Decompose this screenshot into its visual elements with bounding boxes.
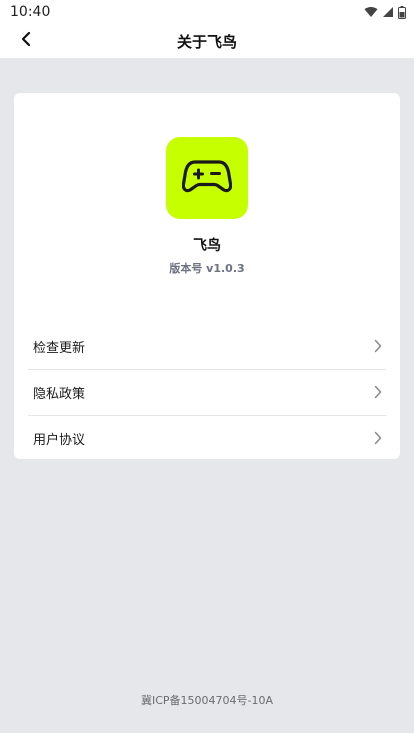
gamepad-icon — [181, 157, 233, 199]
icp-record-link[interactable]: 冀ICP备15004704号-10A — [0, 692, 414, 708]
status-icons — [364, 5, 406, 19]
chevron-right-icon — [374, 431, 382, 445]
wifi-icon — [364, 6, 378, 18]
chevron-right-icon — [374, 385, 382, 399]
app-version: 版本号 v1.0.3 — [169, 262, 245, 275]
menu-item-label: 隐私政策 — [33, 386, 86, 402]
check-update-item[interactable]: 检查更新 — [14, 323, 400, 369]
menu-item-label: 检查更新 — [33, 340, 86, 356]
cell-signal-icon — [382, 6, 394, 18]
menu-list: 检查更新 隐私政策 用户协议 — [14, 323, 400, 461]
chevron-right-icon — [374, 339, 382, 353]
user-agreement-item[interactable]: 用户协议 — [14, 415, 400, 461]
page-title: 关于飞鸟 — [176, 32, 237, 51]
privacy-policy-item[interactable]: 隐私政策 — [14, 369, 400, 415]
status-time: 10:40 — [10, 4, 51, 20]
app-name: 飞鸟 — [193, 238, 221, 254]
about-card: 飞鸟 版本号 v1.0.3 检查更新 隐私政策 用户协议 — [14, 93, 400, 459]
menu-item-label: 用户协议 — [33, 432, 86, 448]
battery-icon — [398, 5, 406, 19]
status-bar: 10:40 — [0, 0, 414, 24]
app-logo — [166, 137, 248, 219]
chevron-left-icon — [20, 31, 32, 51]
nav-bar: 关于飞鸟 — [0, 24, 414, 58]
back-button[interactable] — [14, 29, 38, 53]
